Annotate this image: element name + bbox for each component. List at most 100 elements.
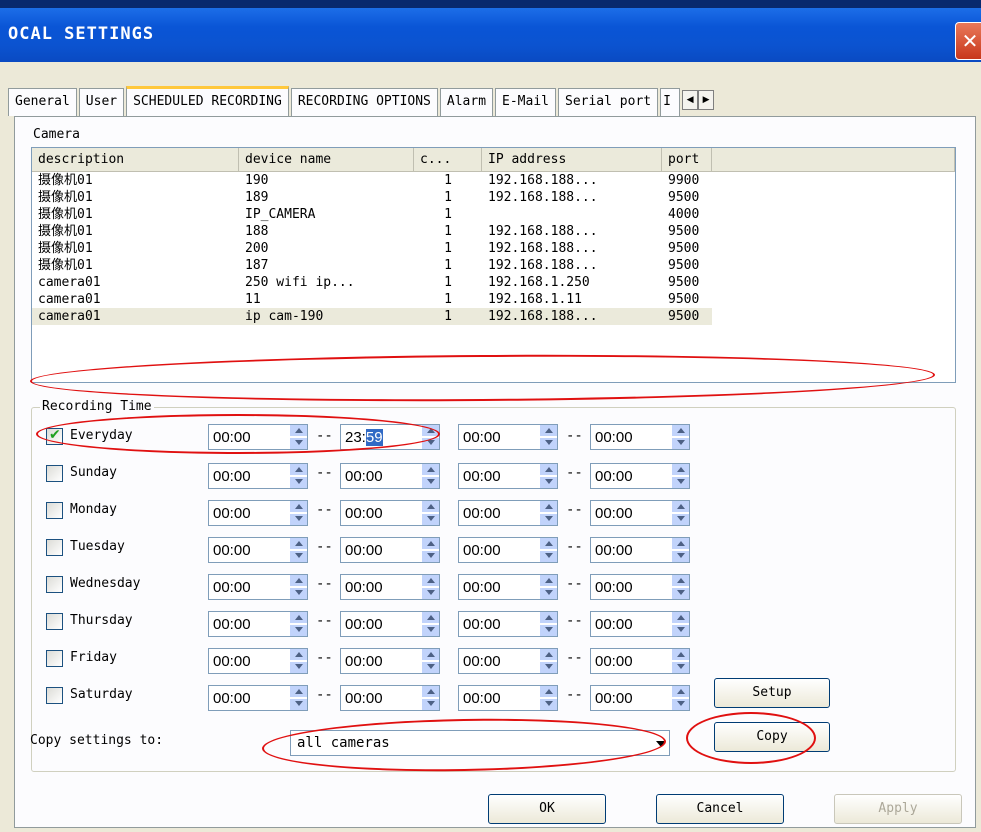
day-checkbox[interactable] xyxy=(46,427,63,445)
column-header-device-name[interactable]: device name xyxy=(239,148,414,171)
time-spinner[interactable]: 00:00 xyxy=(208,648,308,674)
spinner-divider xyxy=(671,436,689,438)
spinner-divider xyxy=(289,660,307,662)
scroll-right-icon[interactable]: ▶ xyxy=(698,90,715,110)
copy-target-dropdown[interactable]: all cameras xyxy=(290,730,670,756)
time-text: 00:00 xyxy=(345,542,383,559)
time-spinner[interactable]: 00:00 xyxy=(458,611,558,637)
camera-cell: ip cam-190 xyxy=(239,308,414,325)
column-header-ip-address[interactable]: IP address xyxy=(482,148,662,171)
tab-serial-port[interactable]: Serial port xyxy=(558,88,659,116)
day-checkbox[interactable] xyxy=(46,613,63,630)
title-bar: OCAL SETTINGS ✕ xyxy=(0,0,981,62)
time-spinner[interactable]: 00:00 xyxy=(590,500,690,526)
time-spinner[interactable]: 00:00 xyxy=(458,574,558,600)
day-checkbox[interactable] xyxy=(46,650,63,667)
column-header-description[interactable]: description xyxy=(32,148,239,171)
time-spinner[interactable]: 00:00 xyxy=(458,500,558,526)
camera-row[interactable]: camera01 11 1 192.168.1.11 9500 xyxy=(32,291,955,308)
time-text: 00:00 xyxy=(345,468,383,485)
time-spinner[interactable]: 00:00 xyxy=(208,463,308,489)
camera-row[interactable]: 摄像机01 190 1 192.168.188... 9900 xyxy=(32,172,955,189)
time-spinner[interactable]: 23:59 xyxy=(340,424,440,450)
time-spinner[interactable]: 00:00 xyxy=(208,611,308,637)
column-header-channel[interactable]: c... xyxy=(414,148,482,171)
spinner-divider xyxy=(671,549,689,551)
time-text: 00:00 xyxy=(463,429,501,446)
day-checkbox[interactable] xyxy=(46,687,63,704)
column-header-port[interactable]: port xyxy=(662,148,712,171)
camera-row[interactable]: 摄像机01 200 1 192.168.188... 9500 xyxy=(32,240,955,257)
time-spinner[interactable]: 00:00 xyxy=(208,537,308,563)
day-checkbox[interactable] xyxy=(46,465,63,482)
time-spinner[interactable]: 00:00 xyxy=(458,424,558,450)
day-checkbox[interactable] xyxy=(46,539,63,556)
time-spinner[interactable]: 00:00 xyxy=(208,500,308,526)
time-spinner[interactable]: 00:00 xyxy=(590,648,690,674)
camera-row[interactable]: camera01 ip cam-190 1 192.168.188... 9500 xyxy=(32,308,955,325)
camera-row[interactable]: 摄像机01 188 1 192.168.188... 9500 xyxy=(32,223,955,240)
apply-button[interactable]: Apply xyxy=(834,794,962,824)
camera-row[interactable]: 摄像机01 187 1 192.168.188... 9500 xyxy=(32,257,955,274)
time-range-separator: -- xyxy=(316,428,333,444)
time-spinner[interactable]: 00:00 xyxy=(458,685,558,711)
camera-cell: 1 xyxy=(444,190,452,205)
dialog-body: General User SCHEDULED RECORDING RECORDI… xyxy=(0,62,981,832)
time-range-separator: -- xyxy=(566,613,583,629)
time-text: 00:00 xyxy=(345,653,383,670)
time-spinner[interactable]: 00:00 xyxy=(458,463,558,489)
tab-alarm[interactable]: Alarm xyxy=(439,88,494,116)
close-button[interactable]: ✕ xyxy=(955,22,981,60)
time-spinner[interactable]: 00:00 xyxy=(458,537,558,563)
camera-list[interactable]: description device name c... IP address … xyxy=(31,147,956,383)
camera-row[interactable]: 摄像机01 IP_CAMERA 1 4000 xyxy=(32,206,955,223)
tab-user[interactable]: User xyxy=(78,88,125,116)
time-spinner[interactable]: 00:00 xyxy=(590,685,690,711)
tab-general[interactable]: General xyxy=(8,88,77,116)
camera-cell: camera01 xyxy=(38,275,101,290)
chevron-down-icon[interactable] xyxy=(655,734,667,752)
time-spinner[interactable]: 00:00 xyxy=(590,424,690,450)
camera-cell: 9500 xyxy=(668,258,700,273)
scroll-left-icon[interactable]: ◀ xyxy=(682,90,699,110)
time-spinner[interactable]: 00:00 xyxy=(590,574,690,600)
tab-recording-options[interactable]: RECORDING OPTIONS xyxy=(290,88,438,116)
time-spinner[interactable]: 00:00 xyxy=(590,611,690,637)
time-spinner[interactable]: 00:00 xyxy=(340,611,440,637)
tab-scheduled-recording[interactable]: SCHEDULED RECORDING xyxy=(126,86,289,116)
camera-cell xyxy=(712,223,955,240)
spinner-divider xyxy=(539,586,557,588)
day-checkbox[interactable] xyxy=(46,502,63,519)
camera-row[interactable]: camera01 250 wifi ip... 1 192.168.1.250 9500 xyxy=(32,274,955,291)
cancel-button[interactable]: Cancel xyxy=(656,794,784,824)
spinner-divider xyxy=(289,586,307,588)
time-spinner[interactable]: 00:00 xyxy=(208,685,308,711)
time-spinner[interactable]: 00:00 xyxy=(458,648,558,674)
tab-overflow[interactable]: I xyxy=(660,88,681,116)
time-spinner[interactable]: 00:00 xyxy=(340,574,440,600)
time-value: 00:00 xyxy=(345,616,383,633)
time-selection: 59 xyxy=(365,429,383,446)
time-spinner[interactable]: 00:00 xyxy=(590,463,690,489)
time-text: 23: xyxy=(345,429,366,446)
copy-button[interactable]: Copy xyxy=(714,722,830,752)
time-spinner[interactable]: 00:00 xyxy=(340,537,440,563)
day-checkbox[interactable] xyxy=(46,576,63,593)
time-range-separator: -- xyxy=(316,465,333,481)
setup-button[interactable]: Setup xyxy=(714,678,830,708)
time-spinner[interactable]: 00:00 xyxy=(340,685,440,711)
spinner-divider xyxy=(421,475,439,477)
time-spinner[interactable]: 00:00 xyxy=(340,500,440,526)
camera-row[interactable]: 摄像机01 189 1 192.168.188... 9500 xyxy=(32,189,955,206)
ok-button[interactable]: OK xyxy=(488,794,606,824)
time-value: 00:00 xyxy=(595,690,633,707)
camera-cell: 192.168.1.250 xyxy=(488,275,590,290)
time-text: 00:00 xyxy=(463,468,501,485)
time-spinner[interactable]: 00:00 xyxy=(340,463,440,489)
time-spinner[interactable]: 00:00 xyxy=(590,537,690,563)
time-spinner[interactable]: 00:00 xyxy=(208,574,308,600)
tab-email[interactable]: E-Mail xyxy=(495,88,556,116)
time-spinner[interactable]: 00:00 xyxy=(208,424,308,450)
time-spinner[interactable]: 00:00 xyxy=(340,648,440,674)
spinner-divider xyxy=(421,586,439,588)
